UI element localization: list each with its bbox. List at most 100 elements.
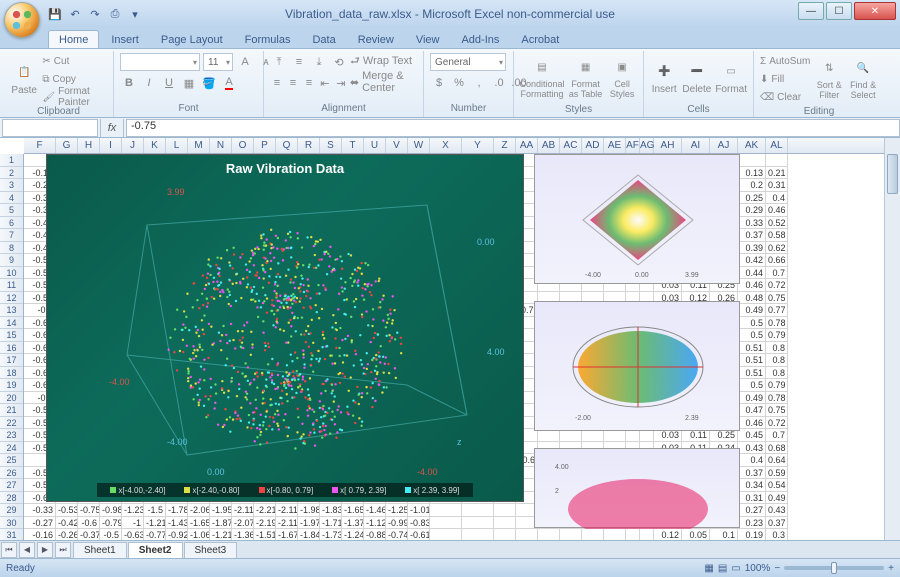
format-cells-button[interactable]: ▭Format xyxy=(715,53,747,103)
cell[interactable]: 0.68 xyxy=(766,442,788,455)
row-header-31[interactable]: 31 xyxy=(0,529,23,540)
sheet-tab-3[interactable]: Sheet3 xyxy=(184,542,238,558)
row-header-4[interactable]: 4 xyxy=(0,192,23,205)
cell[interactable]: 0.46 xyxy=(766,204,788,217)
cell[interactable]: 0.1 xyxy=(710,529,738,540)
cell[interactable]: -2.19 xyxy=(254,517,276,530)
row-header-13[interactable]: 13 xyxy=(0,304,23,317)
col-header-O[interactable]: O xyxy=(232,138,254,153)
cell[interactable]: -1.97 xyxy=(298,517,320,530)
view-layout-icon[interactable]: ▤ xyxy=(718,563,727,574)
cell[interactable]: -1.01 xyxy=(408,504,430,517)
row-header-18[interactable]: 18 xyxy=(0,367,23,380)
undo-icon[interactable]: ↶ xyxy=(68,7,82,21)
col-header-R[interactable]: R xyxy=(298,138,320,153)
cell[interactable]: -0.74 xyxy=(386,529,408,540)
cell[interactable]: 0.44 xyxy=(738,267,766,280)
conditional-formatting-button[interactable]: ▤Conditional Formatting xyxy=(520,53,564,103)
cell[interactable]: 0.59 xyxy=(766,467,788,480)
view-normal-icon[interactable]: ▦ xyxy=(704,563,713,574)
cell[interactable]: 0.49 xyxy=(766,492,788,505)
comma-icon[interactable]: , xyxy=(470,74,488,92)
sheet-nav-prev[interactable]: ◀ xyxy=(19,542,35,558)
fill-color-icon[interactable]: 🪣 xyxy=(200,74,218,92)
cell[interactable]: -1.84 xyxy=(298,529,320,540)
indent-inc-icon[interactable]: ⇥ xyxy=(334,74,348,92)
cell[interactable]: -1.21 xyxy=(210,529,232,540)
zoom-slider[interactable] xyxy=(784,566,884,570)
tab-review[interactable]: Review xyxy=(348,31,404,48)
cell[interactable]: -1.12 xyxy=(364,517,386,530)
row-header-14[interactable]: 14 xyxy=(0,317,23,330)
col-header-AB[interactable]: AB xyxy=(538,138,560,153)
mini-chart-3[interactable]: 4.00 2 xyxy=(534,448,740,528)
percent-icon[interactable]: % xyxy=(450,74,468,92)
cell[interactable]: 0.66 xyxy=(766,254,788,267)
copy-button[interactable]: ⧉ Copy xyxy=(42,71,107,87)
redo-icon[interactable]: ↷ xyxy=(88,7,102,21)
name-box[interactable] xyxy=(2,119,98,137)
delete-cells-button[interactable]: ➖Delete xyxy=(682,53,711,103)
cell[interactable]: -1.25 xyxy=(386,504,408,517)
row-header-27[interactable]: 27 xyxy=(0,479,23,492)
cell[interactable]: -0.77 xyxy=(144,529,166,540)
cell[interactable]: 0.46 xyxy=(738,417,766,430)
col-header-X[interactable]: X xyxy=(430,138,462,153)
cell[interactable]: 0.27 xyxy=(738,504,766,517)
cell[interactable]: -2.11 xyxy=(232,504,254,517)
cell[interactable]: -0.83 xyxy=(408,517,430,530)
col-header-M[interactable]: M xyxy=(188,138,210,153)
mini-chart-1[interactable]: -4.000.003.99 xyxy=(534,154,740,284)
merge-center-button[interactable]: ⬌ Merge & Center xyxy=(350,74,417,90)
maximize-button[interactable]: ☐ xyxy=(826,2,852,20)
cell[interactable]: 0.75 xyxy=(766,292,788,305)
cell[interactable]: -0.79 xyxy=(100,517,122,530)
cell[interactable]: -1.23 xyxy=(122,504,144,517)
cell[interactable]: -0.61 xyxy=(408,529,430,540)
tab-view[interactable]: View xyxy=(406,31,450,48)
tab-data[interactable]: Data xyxy=(302,31,345,48)
row-header-23[interactable]: 23 xyxy=(0,429,23,442)
cell[interactable]: 0.05 xyxy=(682,529,710,540)
row-header-29[interactable]: 29 xyxy=(0,504,23,517)
cell[interactable]: -1.5 xyxy=(144,504,166,517)
row-header-16[interactable]: 16 xyxy=(0,342,23,355)
cell[interactable]: 0.8 xyxy=(766,354,788,367)
cell[interactable]: 0.31 xyxy=(766,179,788,192)
format-as-table-button[interactable]: ▦Format as Table xyxy=(568,53,603,103)
cell[interactable]: 0.19 xyxy=(738,529,766,540)
col-header-AI[interactable]: AI xyxy=(682,138,710,153)
cell[interactable]: -2.11 xyxy=(276,517,298,530)
chart-3d-scatter[interactable]: Raw Vibration Data 3.99 0.00 -4.00 -4.00… xyxy=(46,154,524,502)
align-middle-icon[interactable]: ≡ xyxy=(290,53,308,71)
cell[interactable]: -1.73 xyxy=(320,529,342,540)
cell[interactable]: 0.42 xyxy=(738,254,766,267)
align-right-icon[interactable]: ≡ xyxy=(302,74,316,92)
col-header-AH[interactable]: AH xyxy=(654,138,682,153)
cell[interactable]: 0.64 xyxy=(766,454,788,467)
border-icon[interactable]: ▦ xyxy=(180,74,198,92)
underline-icon[interactable]: U xyxy=(160,74,178,92)
cell[interactable]: 0.43 xyxy=(766,504,788,517)
cell[interactable]: 0.29 xyxy=(738,204,766,217)
cell[interactable]: 0.33 xyxy=(738,217,766,230)
cell[interactable]: 0.75 xyxy=(766,404,788,417)
cell[interactable]: 0.25 xyxy=(738,192,766,205)
col-header-I[interactable]: I xyxy=(100,138,122,153)
currency-icon[interactable]: $ xyxy=(430,74,448,92)
cell[interactable]: -2.11 xyxy=(276,504,298,517)
sheet-nav-next[interactable]: ▶ xyxy=(37,542,53,558)
cell[interactable]: -1.06 xyxy=(188,529,210,540)
qat-more-icon[interactable]: ▾ xyxy=(128,7,142,21)
row-header-20[interactable]: 20 xyxy=(0,392,23,405)
tab-add-ins[interactable]: Add-Ins xyxy=(451,31,509,48)
find-select-button[interactable]: 🔍Find & Select xyxy=(848,54,878,104)
cell[interactable]: -1.95 xyxy=(210,504,232,517)
cell[interactable]: 0.31 xyxy=(738,492,766,505)
cell[interactable]: 0.58 xyxy=(766,229,788,242)
cell[interactable]: -0.33 xyxy=(24,504,56,517)
row-header-15[interactable]: 15 xyxy=(0,329,23,342)
cell[interactable]: -1.46 xyxy=(364,504,386,517)
row-header-25[interactable]: 25 xyxy=(0,454,23,467)
col-header-Q[interactable]: Q xyxy=(276,138,298,153)
